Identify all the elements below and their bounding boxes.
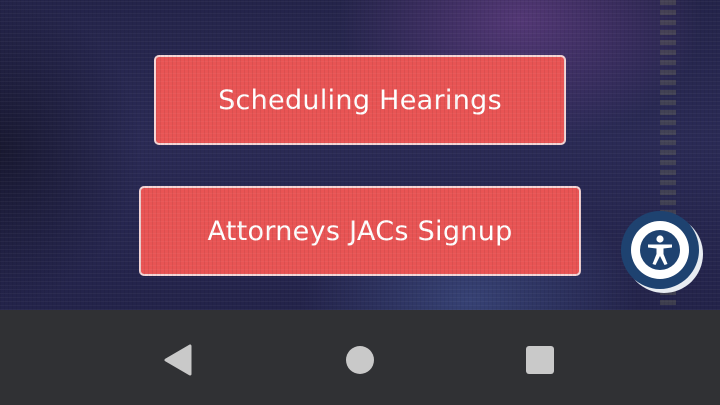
phone-screen: Scheduling Hearings Attorneys JACs Signu… xyxy=(0,0,720,405)
accessibility-person-icon xyxy=(640,230,680,270)
back-triangle-icon xyxy=(164,344,192,376)
accessibility-icon-ring xyxy=(631,221,689,279)
scheduling-hearings-button[interactable]: Scheduling Hearings xyxy=(154,55,566,145)
accessibility-button[interactable] xyxy=(621,211,699,289)
home-circle-icon xyxy=(346,346,374,374)
home-button[interactable] xyxy=(340,340,380,380)
android-navigation-bar xyxy=(0,310,720,405)
back-button[interactable] xyxy=(158,340,198,380)
attorneys-jacs-signup-button[interactable]: Attorneys JACs Signup xyxy=(139,186,581,276)
recents-button[interactable] xyxy=(520,340,560,380)
hero-background: Scheduling Hearings Attorneys JACs Signu… xyxy=(0,0,720,310)
recents-square-icon xyxy=(526,346,554,374)
